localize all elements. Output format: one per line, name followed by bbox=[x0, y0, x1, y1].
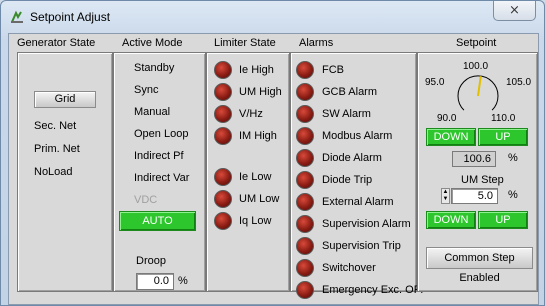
limiter-im-high: IM High bbox=[239, 130, 277, 142]
alarm-emergency-exc-off: Emergency Exc. OFF bbox=[322, 284, 428, 296]
header-setpoint: Setpoint bbox=[456, 37, 497, 49]
mode-open-loop: Open Loop bbox=[134, 128, 189, 140]
alarm-switchover: Switchover bbox=[322, 262, 376, 274]
dial-tick-105: 105.0 bbox=[506, 77, 532, 88]
led-alarm-gcb bbox=[296, 83, 314, 101]
led-alarm-fcb bbox=[296, 61, 314, 79]
setpoint-unit: % bbox=[508, 152, 518, 164]
active-mode-panel: Standby Sync Manual Open Loop Indirect P… bbox=[113, 52, 206, 292]
alarm-supervision-trip: Supervision Trip bbox=[322, 240, 401, 252]
um-step-field[interactable]: 5.0 bbox=[451, 188, 498, 204]
setpoint-panel: 100.0 95.0 105.0 90.0 110.0 DOWN UP 100.… bbox=[417, 52, 538, 292]
mode-manual: Manual bbox=[134, 106, 171, 118]
grid-button[interactable]: Grid bbox=[34, 91, 96, 108]
header-limiter-state: Limiter State bbox=[214, 37, 276, 49]
alarm-external: External Alarm bbox=[322, 196, 394, 208]
um-step-spinner[interactable]: ▲ ▼ bbox=[441, 188, 450, 204]
mode-indirect-var: Indirect Var bbox=[134, 172, 190, 184]
led-ie-low bbox=[214, 168, 232, 186]
led-alarm-diode bbox=[296, 149, 314, 167]
setpoint-down-button[interactable]: DOWN bbox=[426, 128, 476, 146]
dial-tick-100: 100.0 bbox=[463, 61, 489, 72]
mode-vdc: VDC bbox=[134, 194, 158, 206]
led-v-hz bbox=[214, 105, 232, 123]
droop-label: Droop bbox=[136, 255, 166, 267]
header-generator-state: Generator State bbox=[17, 37, 96, 49]
alarm-diode: Diode Alarm bbox=[322, 152, 382, 164]
generator-state-panel: Grid Sec. Net Prim. Net NoLoad bbox=[17, 52, 113, 292]
setpoint-dial[interactable] bbox=[453, 72, 503, 118]
setpoint-value: 100.6 bbox=[452, 151, 496, 167]
close-icon[interactable]: ⨯ bbox=[493, 1, 536, 21]
alarm-modbus: Modbus Alarm bbox=[322, 130, 393, 142]
setpoint-adjust-window: Setpoint Adjust ⨯ Generator State Active… bbox=[0, 0, 545, 306]
title-bar[interactable]: Setpoint Adjust ⨯ bbox=[1, 1, 544, 33]
led-alarm-external bbox=[296, 193, 314, 211]
setpoint-app-icon bbox=[11, 10, 23, 23]
header-alarms: Alarms bbox=[299, 37, 334, 49]
alarms-panel: FCB GCB Alarm SW Alarm Modbus Alarm Diod… bbox=[290, 52, 427, 299]
window-title: Setpoint Adjust bbox=[30, 10, 111, 24]
limiter-um-high: UM High bbox=[239, 86, 282, 98]
limiter-state-panel: Ie High UM High V/Hz IM High Ie Low UM L… bbox=[206, 52, 290, 292]
led-ie-high bbox=[214, 61, 232, 79]
alarm-sw: SW Alarm bbox=[322, 108, 371, 120]
um-step-unit: % bbox=[508, 189, 518, 201]
alarm-supervision: Supervision Alarm bbox=[322, 218, 411, 230]
auto-button[interactable]: AUTO bbox=[119, 211, 196, 231]
mode-standby: Standby bbox=[134, 62, 175, 74]
limiter-ie-low: Ie Low bbox=[239, 171, 272, 183]
alarm-fcb: FCB bbox=[322, 64, 344, 76]
droop-unit: % bbox=[178, 275, 188, 287]
led-alarm-switchover bbox=[296, 259, 314, 277]
um-step-up-button[interactable]: UP bbox=[478, 211, 528, 229]
generator-state-noload: NoLoad bbox=[34, 166, 73, 178]
generator-state-sec-net: Sec. Net bbox=[34, 120, 77, 132]
led-um-low bbox=[214, 190, 232, 208]
led-alarm-sw bbox=[296, 105, 314, 123]
led-alarm-supervision bbox=[296, 215, 314, 233]
alarm-gcb: GCB Alarm bbox=[322, 86, 378, 98]
um-step-down-button[interactable]: DOWN bbox=[426, 211, 476, 229]
generator-state-prim-net: Prim. Net bbox=[34, 143, 80, 155]
client-area: Generator State Active Mode Limiter Stat… bbox=[8, 33, 539, 305]
limiter-ie-high: Ie High bbox=[239, 64, 274, 76]
mode-sync: Sync bbox=[134, 84, 159, 96]
led-alarm-modbus bbox=[296, 127, 314, 145]
led-im-high bbox=[214, 127, 232, 145]
limiter-um-low: UM Low bbox=[239, 193, 280, 205]
dial-tick-95: 95.0 bbox=[425, 77, 445, 88]
droop-field[interactable]: 0.0 bbox=[136, 273, 174, 290]
limiter-iq-low: Iq Low bbox=[239, 215, 272, 227]
limiter-v-hz: V/Hz bbox=[239, 108, 263, 120]
common-step-enabled-button[interactable]: Common Step Enabled bbox=[426, 247, 533, 284]
led-iq-low bbox=[214, 212, 232, 230]
led-alarm-diode-trip bbox=[296, 171, 314, 189]
alarm-diode-trip: Diode Trip bbox=[322, 174, 373, 186]
setpoint-up-button[interactable]: UP bbox=[478, 128, 528, 146]
led-alarm-supervision-trip bbox=[296, 237, 314, 255]
um-step-label: UM Step bbox=[461, 174, 504, 186]
mode-indirect-pf: Indirect Pf bbox=[134, 150, 184, 162]
led-alarm-emergency-exc-off bbox=[296, 281, 314, 299]
led-um-high bbox=[214, 83, 232, 101]
header-active-mode: Active Mode bbox=[122, 37, 183, 49]
